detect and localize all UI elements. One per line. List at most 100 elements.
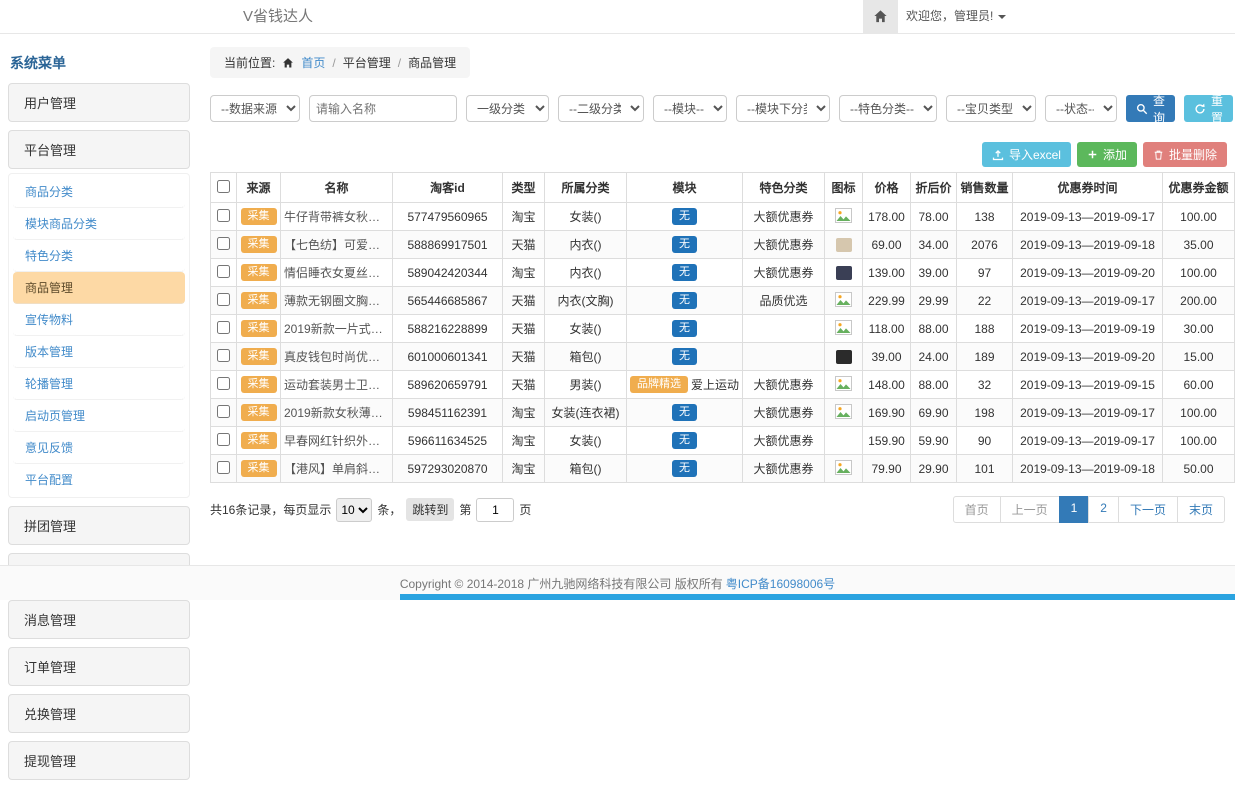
module-sub-category-select[interactable]: --模块下分类-- — [736, 95, 830, 122]
row-checkbox[interactable] — [217, 433, 230, 446]
source-badge: 采集 — [241, 404, 277, 421]
sales-count-cell: 188 — [957, 315, 1013, 343]
coupon-time-cell: 2019-09-13—2019-09-17 — [1013, 399, 1163, 427]
pager-page-2[interactable]: 2 — [1088, 496, 1119, 523]
level2-category-select[interactable]: --二级分类-- — [558, 95, 644, 122]
module-cell: 无 — [627, 455, 743, 483]
add-button[interactable]: 添加 — [1077, 142, 1137, 167]
row-checkbox[interactable] — [217, 293, 230, 306]
source-badge: 采集 — [241, 348, 277, 365]
home-button[interactable] — [863, 0, 898, 33]
status-select[interactable]: --状态-- — [1045, 95, 1117, 122]
sidebar-item-platform-config[interactable]: 平台配置 — [13, 464, 185, 495]
price-cell: 69.00 — [863, 231, 911, 259]
sidebar-item-goods-category[interactable]: 商品分类 — [13, 176, 185, 208]
batch-delete-button[interactable]: 批量删除 — [1143, 142, 1227, 167]
row-select-cell — [211, 427, 237, 455]
icon-cell — [825, 259, 863, 287]
sidebar-section-withdraw-management[interactable]: 提现管理 — [8, 741, 190, 780]
discount-price-cell: 88.00 — [911, 371, 957, 399]
plus-icon — [1087, 149, 1098, 160]
pager-next[interactable]: 下一页 — [1118, 496, 1178, 523]
sidebar-section-group-buy-management[interactable]: 拼团管理 — [8, 506, 190, 545]
sidebar-section-user-management[interactable]: 用户管理 — [8, 83, 190, 122]
column-header-1: 来源 — [237, 173, 281, 203]
name-input[interactable] — [309, 95, 457, 122]
item-type-select[interactable]: --宝贝类型-- — [946, 95, 1036, 122]
row-checkbox[interactable] — [217, 405, 230, 418]
data-source-select[interactable]: --数据来源-- — [210, 95, 300, 122]
per-page-select[interactable]: 10 — [336, 498, 372, 522]
sidebar-item-module-goods-category[interactable]: 模块商品分类 — [13, 208, 185, 240]
row-checkbox[interactable] — [217, 321, 230, 334]
column-header-2: 名称 — [281, 173, 393, 203]
module-value: 品牌精选爱上运动 — [630, 376, 739, 393]
product-thumbnail — [836, 266, 852, 280]
icon-cell — [825, 343, 863, 371]
records-total-text: 共16条记录，每页显示 — [210, 501, 331, 518]
sales-count-cell: 101 — [957, 455, 1013, 483]
sidebar-item-goods-management[interactable]: 商品管理 — [13, 272, 185, 304]
pagination-summary: 共16条记录，每页显示 10 条， 跳转到 第 页 — [210, 498, 531, 522]
sales-count-cell: 90 — [957, 427, 1013, 455]
trash-icon — [1153, 149, 1164, 161]
sidebar-section-order-management[interactable]: 订单管理 — [8, 647, 190, 686]
icon-cell — [825, 455, 863, 483]
sidebar-section-exchange-management[interactable]: 兑换管理 — [8, 694, 190, 733]
row-checkbox[interactable] — [217, 461, 230, 474]
pager-page-1[interactable]: 1 — [1059, 496, 1090, 523]
sidebar-item-version-management[interactable]: 版本管理 — [13, 336, 185, 368]
type-cell: 淘宝 — [503, 399, 545, 427]
jump-page-input[interactable] — [476, 498, 514, 522]
sidebar-item-feature-category[interactable]: 特色分类 — [13, 240, 185, 272]
product-thumbnail — [836, 350, 852, 364]
import-excel-button[interactable]: 导入excel — [982, 142, 1071, 167]
pagination-bar: 共16条记录，每页显示 10 条， 跳转到 第 页 首页上一页12下一页末页 — [210, 496, 1227, 523]
pager: 首页上一页12下一页末页 — [953, 496, 1225, 523]
row-checkbox[interactable] — [217, 265, 230, 278]
reset-button[interactable]: 重置 — [1184, 95, 1233, 122]
feature-category-select[interactable]: --特色分类-- — [839, 95, 937, 122]
sales-count-cell: 2076 — [957, 231, 1013, 259]
sidebar-section-platform-management[interactable]: 平台管理 — [8, 130, 190, 169]
column-header-7: 特色分类 — [743, 173, 825, 203]
icp-link[interactable]: 粤ICP备16098006号 — [726, 575, 835, 592]
discount-price-cell: 59.90 — [911, 427, 957, 455]
search-button[interactable]: 查询 — [1126, 95, 1175, 122]
user-menu[interactable]: 欢迎您，管理员! — [906, 0, 1006, 33]
row-checkbox[interactable] — [217, 209, 230, 222]
row-checkbox[interactable] — [217, 349, 230, 362]
sidebar-item-promo-material[interactable]: 宣传物料 — [13, 304, 185, 336]
pager-last[interactable]: 末页 — [1177, 496, 1225, 523]
coupon-time-cell: 2019-09-13—2019-09-17 — [1013, 427, 1163, 455]
row-checkbox[interactable] — [217, 237, 230, 250]
coupon-time-cell: 2019-09-13—2019-09-17 — [1013, 287, 1163, 315]
breadcrumb-home-link[interactable]: 首页 — [301, 54, 325, 71]
jump-button[interactable]: 跳转到 — [406, 498, 454, 521]
table-row: 采集牛仔背带裤女秋装减龄...577479560965淘宝女装()无大额优惠券1… — [211, 203, 1235, 231]
level1-category-select[interactable]: 一级分类 — [466, 95, 549, 122]
module-cell: 无 — [627, 231, 743, 259]
product-name-cell: 2019新款女秋薄款... — [281, 399, 393, 427]
module-cell: 无 — [627, 343, 743, 371]
module-text: 爱上运动 — [691, 376, 739, 393]
import-excel-button-label: 导入excel — [1009, 146, 1061, 163]
sidebar-item-splash-management[interactable]: 启动页管理 — [13, 400, 185, 432]
module-select[interactable]: --模块-- — [653, 95, 727, 122]
select-all-checkbox[interactable] — [217, 180, 230, 193]
sidebar-item-carousel-management[interactable]: 轮播管理 — [13, 368, 185, 400]
sidebar-section-message-management[interactable]: 消息管理 — [8, 600, 190, 639]
product-name-cell: 薄款无钢圈文胸聚拢性... — [281, 287, 393, 315]
sidebar-title: 系统菜单 — [8, 44, 190, 83]
price-cell: 39.00 — [863, 343, 911, 371]
icon-cell — [825, 399, 863, 427]
discount-price-cell: 24.00 — [911, 343, 957, 371]
module-none-badge: 无 — [672, 348, 697, 365]
row-checkbox[interactable] — [217, 377, 230, 390]
product-name-cell: 牛仔背带裤女秋装减龄... — [281, 203, 393, 231]
sidebar-item-feedback[interactable]: 意见反馈 — [13, 432, 185, 464]
module-value: 无 — [672, 236, 697, 253]
feature-category-cell: 大额优惠券 — [743, 371, 825, 399]
page-suffix-text: 页 — [519, 501, 531, 518]
products-table: 来源名称淘客id类型所属分类模块特色分类图标价格折后价销售数量优惠券时间优惠券金… — [210, 172, 1235, 483]
